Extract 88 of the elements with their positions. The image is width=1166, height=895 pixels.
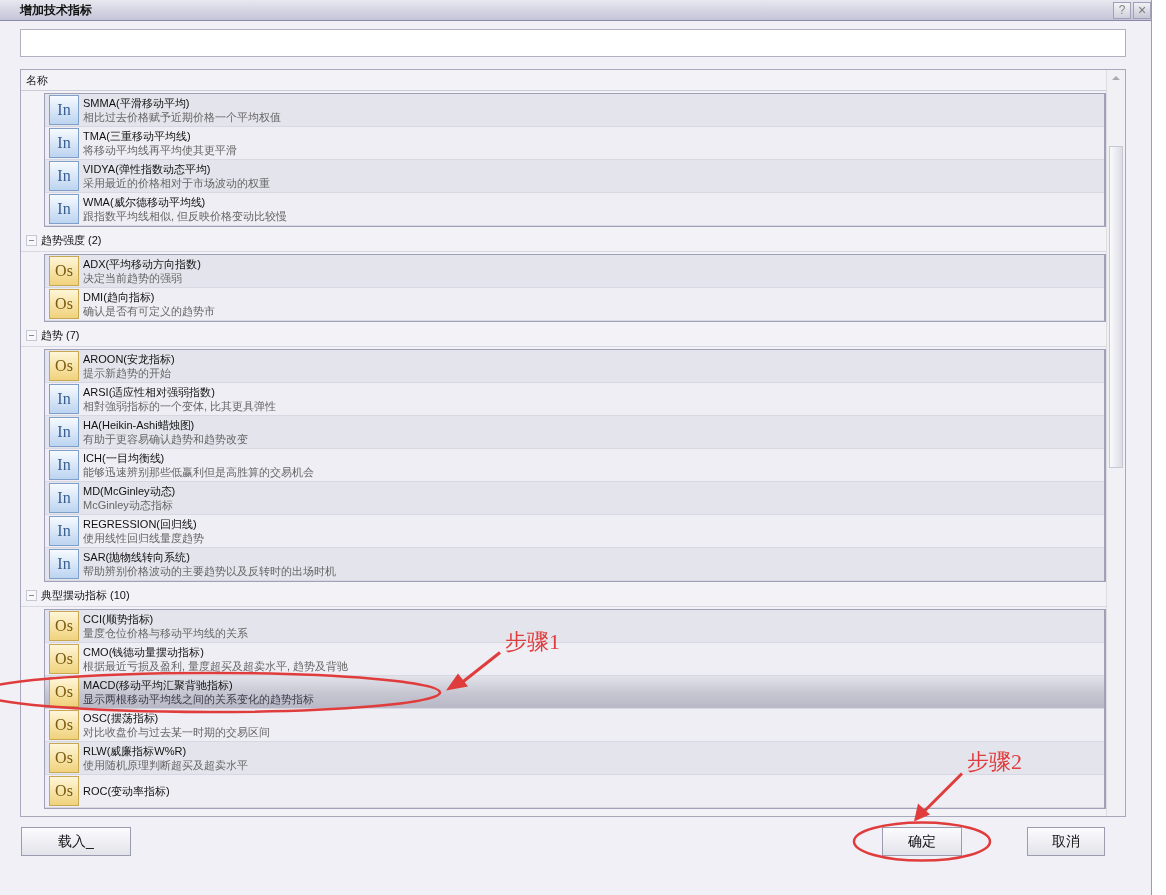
indicator-name: OSC(摆荡指标)	[83, 711, 160, 725]
indicator-type-icon: Os	[49, 644, 79, 674]
column-header-label: 名称	[26, 72, 48, 88]
indicator-name: ARSI(适应性相对强弱指数)	[83, 385, 216, 399]
indicator-row[interactable]: In VIDYA(弹性指数动态平均) 采用最近的价格相对于市场波动的权重	[45, 160, 1104, 193]
indicator-type-icon: Os	[49, 776, 79, 806]
indicator-name: TMA(三重移动平均线)	[83, 129, 192, 143]
indicator-name: SMMA(平滑移动平均)	[83, 96, 191, 110]
group-header[interactable]: 典型摆动指标 (10)	[21, 584, 1106, 607]
indicator-description: 决定当前趋势的强弱	[83, 271, 183, 285]
indicator-row[interactable]: In WMA(威尔德移动平均线) 跟指数平均线相似, 但反映价格变动比较慢	[45, 193, 1104, 226]
indicator-description: 帮助辨别价格波动的主要趋势以及反转时的出场时机	[83, 564, 336, 578]
indicator-description: 根据最近亏损及盈利, 量度超买及超卖水平, 趋势及背驰	[83, 659, 349, 673]
indicator-name: ADX(平均移动方向指数)	[83, 257, 201, 271]
indicator-description: 能够迅速辨别那些低赢利但是高胜算的交易机会	[83, 465, 314, 479]
indicator-name: ICH(一目均衡线)	[83, 451, 166, 465]
indicator-name: MACD(移动平均汇聚背驰指标)	[83, 678, 234, 692]
indicator-description: 提示新趋势的开始	[83, 366, 172, 380]
indicator-row[interactable]: In REGRESSION(回归线) 使用线性回归线量度趋势	[45, 515, 1104, 548]
indicator-name: CMO(钱德动量摆动指标)	[83, 645, 205, 659]
collapse-icon[interactable]	[26, 589, 37, 601]
indicator-type-icon: Os	[49, 256, 79, 286]
annotation-label: 步骤2	[967, 747, 1022, 776]
group-label: 趋势强度 (2)	[41, 232, 102, 248]
indicator-row[interactable]: In TMA(三重移动平均线) 将移动平均线再平均使其更平滑	[45, 127, 1104, 160]
indicator-type-icon: In	[49, 483, 79, 513]
indicator-description: 对比收盘价与过去某一时期的交易区间	[83, 725, 270, 739]
collapse-icon[interactable]	[26, 234, 37, 246]
indicator-description: 量度仓位价格与移动平均线的关系	[83, 626, 248, 640]
indicator-description: 相對強弱指标的一个变体, 比其更具弹性	[83, 399, 277, 413]
group-header[interactable]: 趋势 (7)	[21, 324, 1106, 347]
collapse-icon[interactable]	[26, 329, 37, 341]
indicator-type-icon: Os	[49, 611, 79, 641]
indicator-description: 使用线性回归线量度趋势	[83, 531, 204, 545]
indicator-description: 将移动平均线再平均使其更平滑	[83, 143, 237, 157]
indicator-row[interactable]: In SAR(抛物线转向系统) 帮助辨别价格波动的主要趋势以及反转时的出场时机	[45, 548, 1104, 581]
indicator-type-icon: In	[49, 95, 79, 125]
indicator-name: DMI(趋向指标)	[83, 290, 156, 304]
indicator-type-icon: In	[49, 161, 79, 191]
indicator-type-icon: In	[49, 549, 79, 579]
indicator-name: AROON(安龙指标)	[83, 352, 175, 366]
indicator-row[interactable]: In ICH(一目均衡线) 能够迅速辨别那些低赢利但是高胜算的交易机会	[45, 449, 1104, 482]
indicator-row[interactable]: In MD(McGinley动态) McGinley动态指标	[45, 482, 1104, 515]
indicator-name: HA(Heikin-Ashi蜡烛图)	[83, 418, 196, 432]
indicator-type-icon: In	[49, 516, 79, 546]
group-header[interactable]: 趋势强度 (2)	[21, 229, 1106, 252]
indicator-name: WMA(威尔德移动平均线)	[83, 195, 207, 209]
indicator-description: 确认是否有可定义的趋势市	[83, 304, 215, 318]
indicator-type-icon: In	[49, 128, 79, 158]
window-title: 增加技术指标	[20, 1, 93, 19]
indicator-name: CCI(顺势指标)	[83, 612, 155, 626]
indicator-description: 显示两根移动平均线之间的关系变化的趋势指标	[83, 692, 314, 706]
indicator-row[interactable]: In HA(Heikin-Ashi蜡烛图) 有助于更容易确认趋势和趋势改变	[45, 416, 1104, 449]
indicator-type-icon: In	[49, 450, 79, 480]
indicator-type-icon: Os	[49, 743, 79, 773]
indicator-description: 跟指数平均线相似, 但反映价格变动比较慢	[83, 209, 288, 223]
scrollbar-thumb[interactable]	[1109, 146, 1123, 468]
annotation-arrow	[446, 651, 501, 691]
indicator-type-icon: Os	[49, 677, 79, 707]
indicator-row[interactable]: In ARSI(适应性相对强弱指数) 相對強弱指标的一个变体, 比其更具弹性	[45, 383, 1104, 416]
group-label: 典型摆动指标 (10)	[41, 587, 130, 603]
indicator-description: 有助于更容易确认趋势和趋势改变	[83, 432, 248, 446]
indicator-type-icon: Os	[49, 351, 79, 381]
indicator-description: McGinley动态指标	[83, 498, 174, 512]
indicator-description: 相比过去价格赋予近期价格一个平均权值	[83, 110, 281, 124]
search-field[interactable]	[20, 29, 1126, 57]
indicator-type-icon: Os	[49, 289, 79, 319]
indicator-type-icon: In	[49, 417, 79, 447]
indicator-type-icon: In	[49, 384, 79, 414]
indicator-name: VIDYA(弹性指数动态平均)	[83, 162, 212, 176]
indicator-name: ROC(变动率指标)	[83, 784, 170, 798]
indicator-name: REGRESSION(回归线)	[83, 517, 198, 531]
indicator-type-icon: Os	[49, 710, 79, 740]
indicator-name: RLW(威廉指标W%R)	[83, 744, 188, 758]
scrollbar[interactable]	[1106, 70, 1125, 816]
indicator-description: 采用最近的价格相对于市场波动的权重	[83, 176, 270, 190]
cancel-button[interactable]: 取消	[1027, 827, 1105, 856]
indicator-row[interactable]: In SMMA(平滑移动平均) 相比过去价格赋予近期价格一个平均权值	[45, 94, 1104, 127]
indicator-row[interactable]: Os ROC(变动率指标)	[45, 775, 1104, 808]
indicator-description: 使用随机原理判断超买及超卖水平	[83, 758, 248, 772]
group-label: 趋势 (7)	[41, 327, 80, 343]
indicator-type-icon: In	[49, 194, 79, 224]
indicator-name: MD(McGinley动态)	[83, 484, 176, 498]
load-button[interactable]: 载入_	[21, 827, 131, 856]
annotation-arrow	[914, 772, 964, 822]
ok-button[interactable]: 确定	[882, 827, 962, 856]
scroll-up-icon[interactable]	[1112, 76, 1120, 80]
indicator-name: SAR(抛物线转向系统)	[83, 550, 191, 564]
